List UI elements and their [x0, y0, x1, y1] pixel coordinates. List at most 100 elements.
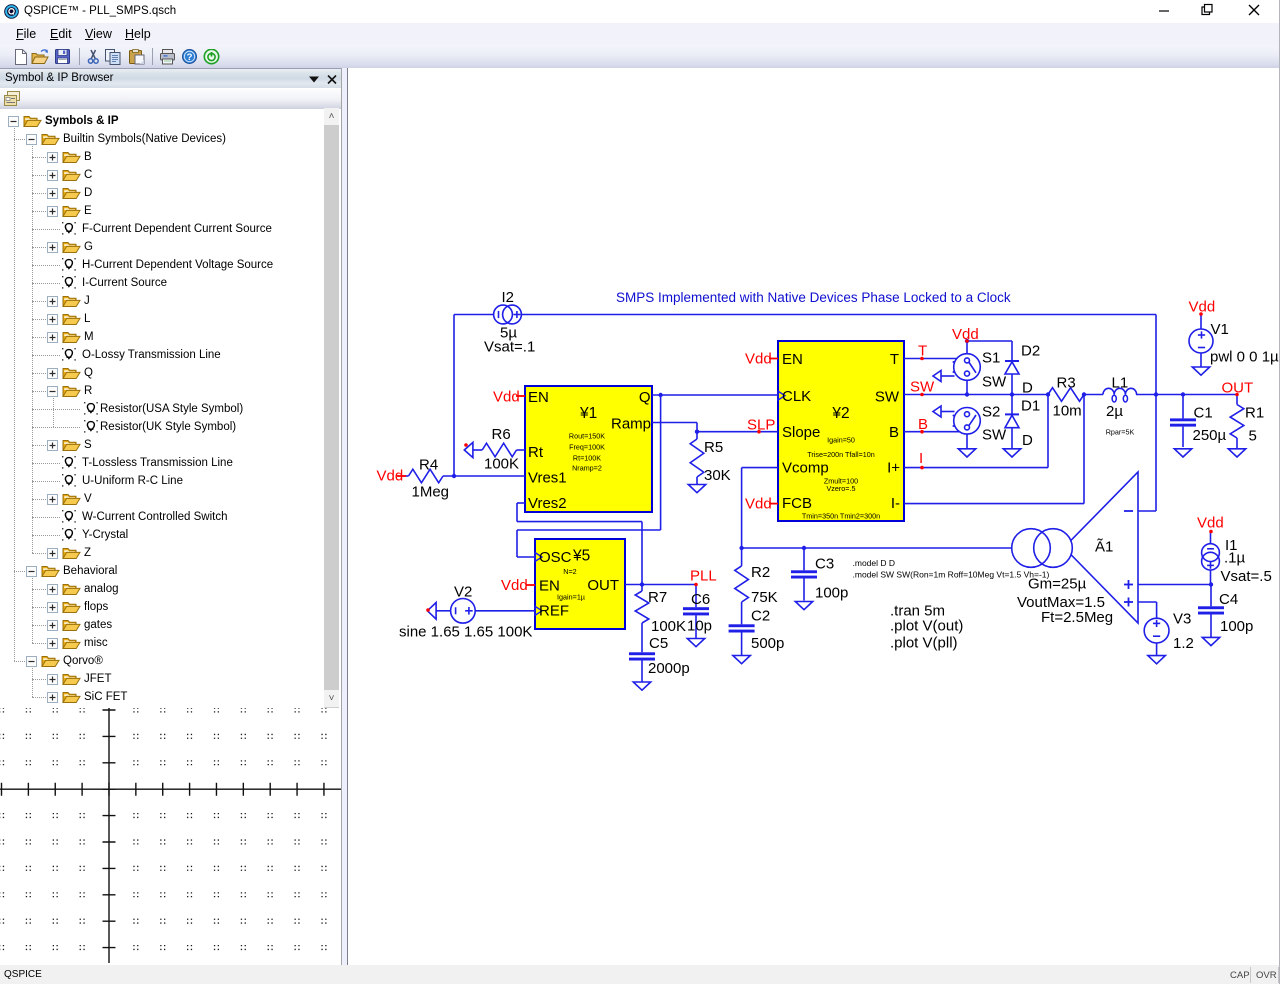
svg-text:Vres2: Vres2: [528, 495, 567, 512]
svg-text:250µ: 250µ: [1193, 427, 1227, 444]
svg-text:1Meg: 1Meg: [412, 484, 450, 501]
svg-text:Vres1: Vres1: [528, 470, 567, 487]
svg-text:C6: C6: [691, 591, 710, 608]
svg-text:R4: R4: [419, 457, 438, 474]
svg-text:Trise=200n Tfall=10n: Trise=200n Tfall=10n: [807, 450, 875, 459]
svg-text:.plot V(pll): .plot V(pll): [890, 635, 958, 652]
svg-text:I-: I-: [891, 495, 900, 512]
svg-text:T: T: [918, 343, 927, 360]
svg-text:Rt: Rt: [528, 444, 544, 461]
svg-text:100K: 100K: [484, 456, 519, 473]
svg-text:SW: SW: [910, 379, 935, 396]
svg-text:V2: V2: [454, 584, 472, 601]
svg-text:R7: R7: [648, 589, 667, 606]
svg-text:5: 5: [1249, 428, 1257, 445]
svg-text:R3: R3: [1057, 375, 1076, 392]
svg-text:SMPS Implemented with Native D: SMPS Implemented with Native Devices Pha…: [616, 290, 1011, 305]
svg-text:SLP: SLP: [747, 417, 775, 434]
svg-text:B: B: [918, 416, 928, 433]
svg-text:R1: R1: [1245, 405, 1264, 422]
svg-text:PLL: PLL: [690, 568, 717, 585]
svg-text:V3: V3: [1173, 611, 1191, 628]
svg-text:D2: D2: [1021, 343, 1040, 360]
svg-text:100K: 100K: [651, 618, 686, 635]
svg-text:Vzero=.5: Vzero=.5: [827, 484, 856, 493]
svg-text:100p: 100p: [815, 585, 848, 602]
svg-text:.1µ: .1µ: [1224, 550, 1246, 567]
svg-text:.model D D: .model D D: [853, 558, 896, 568]
svg-text:S2: S2: [982, 404, 1000, 421]
svg-text:Vsat=.5: Vsat=.5: [1221, 568, 1272, 585]
svg-text:¥1: ¥1: [579, 405, 597, 422]
svg-text:SW: SW: [982, 427, 1007, 444]
svg-text:75K: 75K: [751, 589, 778, 606]
svg-text:¥2: ¥2: [831, 405, 849, 422]
svg-text:Nramp=2: Nramp=2: [572, 464, 602, 473]
svg-text:Vdd: Vdd: [952, 326, 979, 343]
svg-text:EN: EN: [782, 351, 803, 368]
svg-text:I+: I+: [887, 460, 900, 477]
svg-text:T: T: [890, 351, 899, 368]
svg-text:C3: C3: [815, 556, 834, 573]
svg-text:OSC: OSC: [539, 549, 572, 566]
svg-text:C4: C4: [1219, 591, 1238, 608]
svg-text:10p: 10p: [687, 618, 712, 635]
svg-text:Igain=50: Igain=50: [827, 436, 855, 445]
svg-text:500p: 500p: [751, 635, 784, 652]
svg-text:Vsat=.1: Vsat=.1: [484, 339, 535, 356]
svg-text:pwl 0 0 1µ: pwl 0 0 1µ: [1210, 349, 1279, 366]
svg-text:S1: S1: [982, 350, 1000, 367]
svg-text:30K: 30K: [704, 467, 731, 484]
svg-text:OUT: OUT: [587, 577, 619, 594]
svg-text:.model SW SW(Ron=1m Roff=10Meg: .model SW SW(Ron=1m Roff=10Meg Vt=1.5 Vh…: [853, 569, 1050, 579]
svg-text:D: D: [1022, 432, 1033, 449]
svg-text:C1: C1: [1194, 405, 1213, 422]
svg-text:Rout=150K: Rout=150K: [569, 432, 605, 441]
svg-text:2µ: 2µ: [1106, 403, 1123, 420]
svg-text:2000p: 2000p: [648, 660, 690, 677]
svg-text:Ramp: Ramp: [611, 416, 651, 433]
svg-text:Vdd: Vdd: [493, 389, 520, 406]
svg-text:Vdd: Vdd: [745, 351, 772, 368]
svg-text:Freq=100K: Freq=100K: [569, 443, 605, 452]
svg-text:¥5: ¥5: [572, 548, 590, 565]
svg-text:B: B: [889, 424, 899, 441]
svg-text:I: I: [919, 450, 923, 467]
svg-text:L1: L1: [1112, 375, 1129, 392]
svg-text:?: ?: [187, 52, 193, 63]
svg-text:R6: R6: [492, 426, 511, 443]
svg-text:sine 1.65 1.65 100K: sine 1.65 1.65 100K: [399, 624, 532, 641]
svg-text:100p: 100p: [1220, 618, 1253, 635]
svg-text:C5: C5: [649, 635, 668, 652]
svg-text:V1: V1: [1211, 321, 1229, 338]
svg-text:R2: R2: [751, 564, 770, 581]
svg-text:D: D: [1022, 380, 1033, 397]
svg-text:FCB: FCB: [782, 495, 812, 512]
svg-text:OUT: OUT: [1222, 380, 1254, 397]
svg-text:1.2: 1.2: [1173, 635, 1194, 652]
svg-text:CLK: CLK: [782, 388, 811, 405]
svg-text:SW: SW: [875, 388, 900, 405]
svg-text:N=2: N=2: [563, 567, 576, 576]
svg-text:Igain=1µ: Igain=1µ: [557, 593, 585, 602]
svg-text:D1: D1: [1021, 398, 1040, 415]
svg-text:EN: EN: [528, 389, 549, 406]
svg-text:Q: Q: [639, 389, 651, 406]
svg-text:Vcomp: Vcomp: [782, 460, 829, 477]
svg-text:SW: SW: [982, 374, 1007, 391]
svg-text:.plot V(out): .plot V(out): [890, 618, 963, 635]
svg-text:Vdd: Vdd: [501, 577, 528, 594]
svg-text:Rt=100K: Rt=100K: [573, 453, 601, 462]
svg-text:I2: I2: [502, 289, 515, 306]
svg-text:C2: C2: [751, 608, 770, 625]
svg-text:REF: REF: [539, 603, 569, 620]
svg-text:10m: 10m: [1053, 403, 1082, 420]
svg-text:R5: R5: [704, 439, 723, 456]
svg-text:Slope: Slope: [782, 424, 820, 441]
svg-text:Vdd: Vdd: [745, 496, 772, 513]
svg-text:Ft=2.5Meg: Ft=2.5Meg: [1041, 609, 1113, 626]
svg-text:Vdd: Vdd: [1197, 515, 1224, 532]
svg-text:Ã1: Ã1: [1095, 539, 1113, 556]
svg-text:Vdd: Vdd: [377, 468, 404, 485]
svg-text:Vdd: Vdd: [1189, 299, 1216, 316]
